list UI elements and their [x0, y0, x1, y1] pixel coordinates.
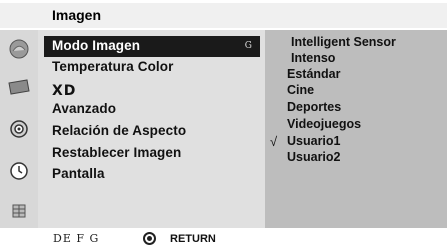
menu-item-shortcut: G: [244, 41, 252, 51]
menu-header: Imagen: [0, 3, 447, 28]
option-estandar[interactable]: Estándar: [287, 67, 341, 81]
option-intenso[interactable]: Intenso: [291, 51, 335, 65]
menu-item-label: Pantalla: [52, 166, 105, 181]
menu-item-label: Modo Imagen: [52, 38, 141, 53]
xd-logo: XD: [52, 83, 77, 99]
menu-item-pantalla[interactable]: Pantalla: [52, 166, 105, 181]
menu-title: Imagen: [52, 7, 102, 23]
option-cine[interactable]: Cine: [287, 83, 314, 97]
footer-bar: DE F G RETURN: [0, 230, 447, 247]
menu-item-avanzado[interactable]: Avanzado: [52, 101, 116, 116]
lock-icon[interactable]: [3, 196, 35, 226]
screen-icon[interactable]: [3, 72, 35, 102]
menu-item-label: Temperatura Color: [52, 59, 174, 74]
menu-item-temperatura-color[interactable]: Temperatura Color: [52, 59, 173, 74]
picture-menu-panel: Modo Imagen G Temperatura Color Avanzado…: [38, 30, 265, 228]
menu-item-label: Avanzado: [52, 101, 117, 116]
option-intelligent-sensor[interactable]: Intelligent Sensor: [291, 35, 396, 49]
option-videojuegos[interactable]: Videojuegos: [287, 117, 361, 131]
category-icon-bar: [0, 30, 38, 228]
nav-keys-hint: DE F G: [53, 232, 100, 245]
menu-item-label: Relación de Aspecto: [52, 123, 187, 138]
menu-item-label: Restablecer Imagen: [52, 145, 182, 160]
option-usuario2[interactable]: Usuario2: [287, 150, 341, 164]
menu-item-restablecer-imagen[interactable]: Restablecer Imagen: [52, 145, 181, 160]
audio-icon[interactable]: [3, 114, 35, 144]
option-usuario1[interactable]: Usuario1: [287, 134, 341, 148]
return-label: RETURN: [170, 233, 216, 245]
clock-icon[interactable]: [3, 156, 35, 186]
picture-icon[interactable]: [3, 34, 35, 64]
ok-button-icon: [143, 232, 156, 245]
menu-item-xd[interactable]: XD: [52, 83, 76, 99]
menu-item-relacion-aspecto[interactable]: Relación de Aspecto: [52, 123, 186, 138]
checkmark-icon: √: [270, 134, 278, 149]
menu-item-modo-imagen[interactable]: Modo Imagen G: [44, 36, 260, 57]
option-deportes[interactable]: Deportes: [287, 100, 341, 114]
